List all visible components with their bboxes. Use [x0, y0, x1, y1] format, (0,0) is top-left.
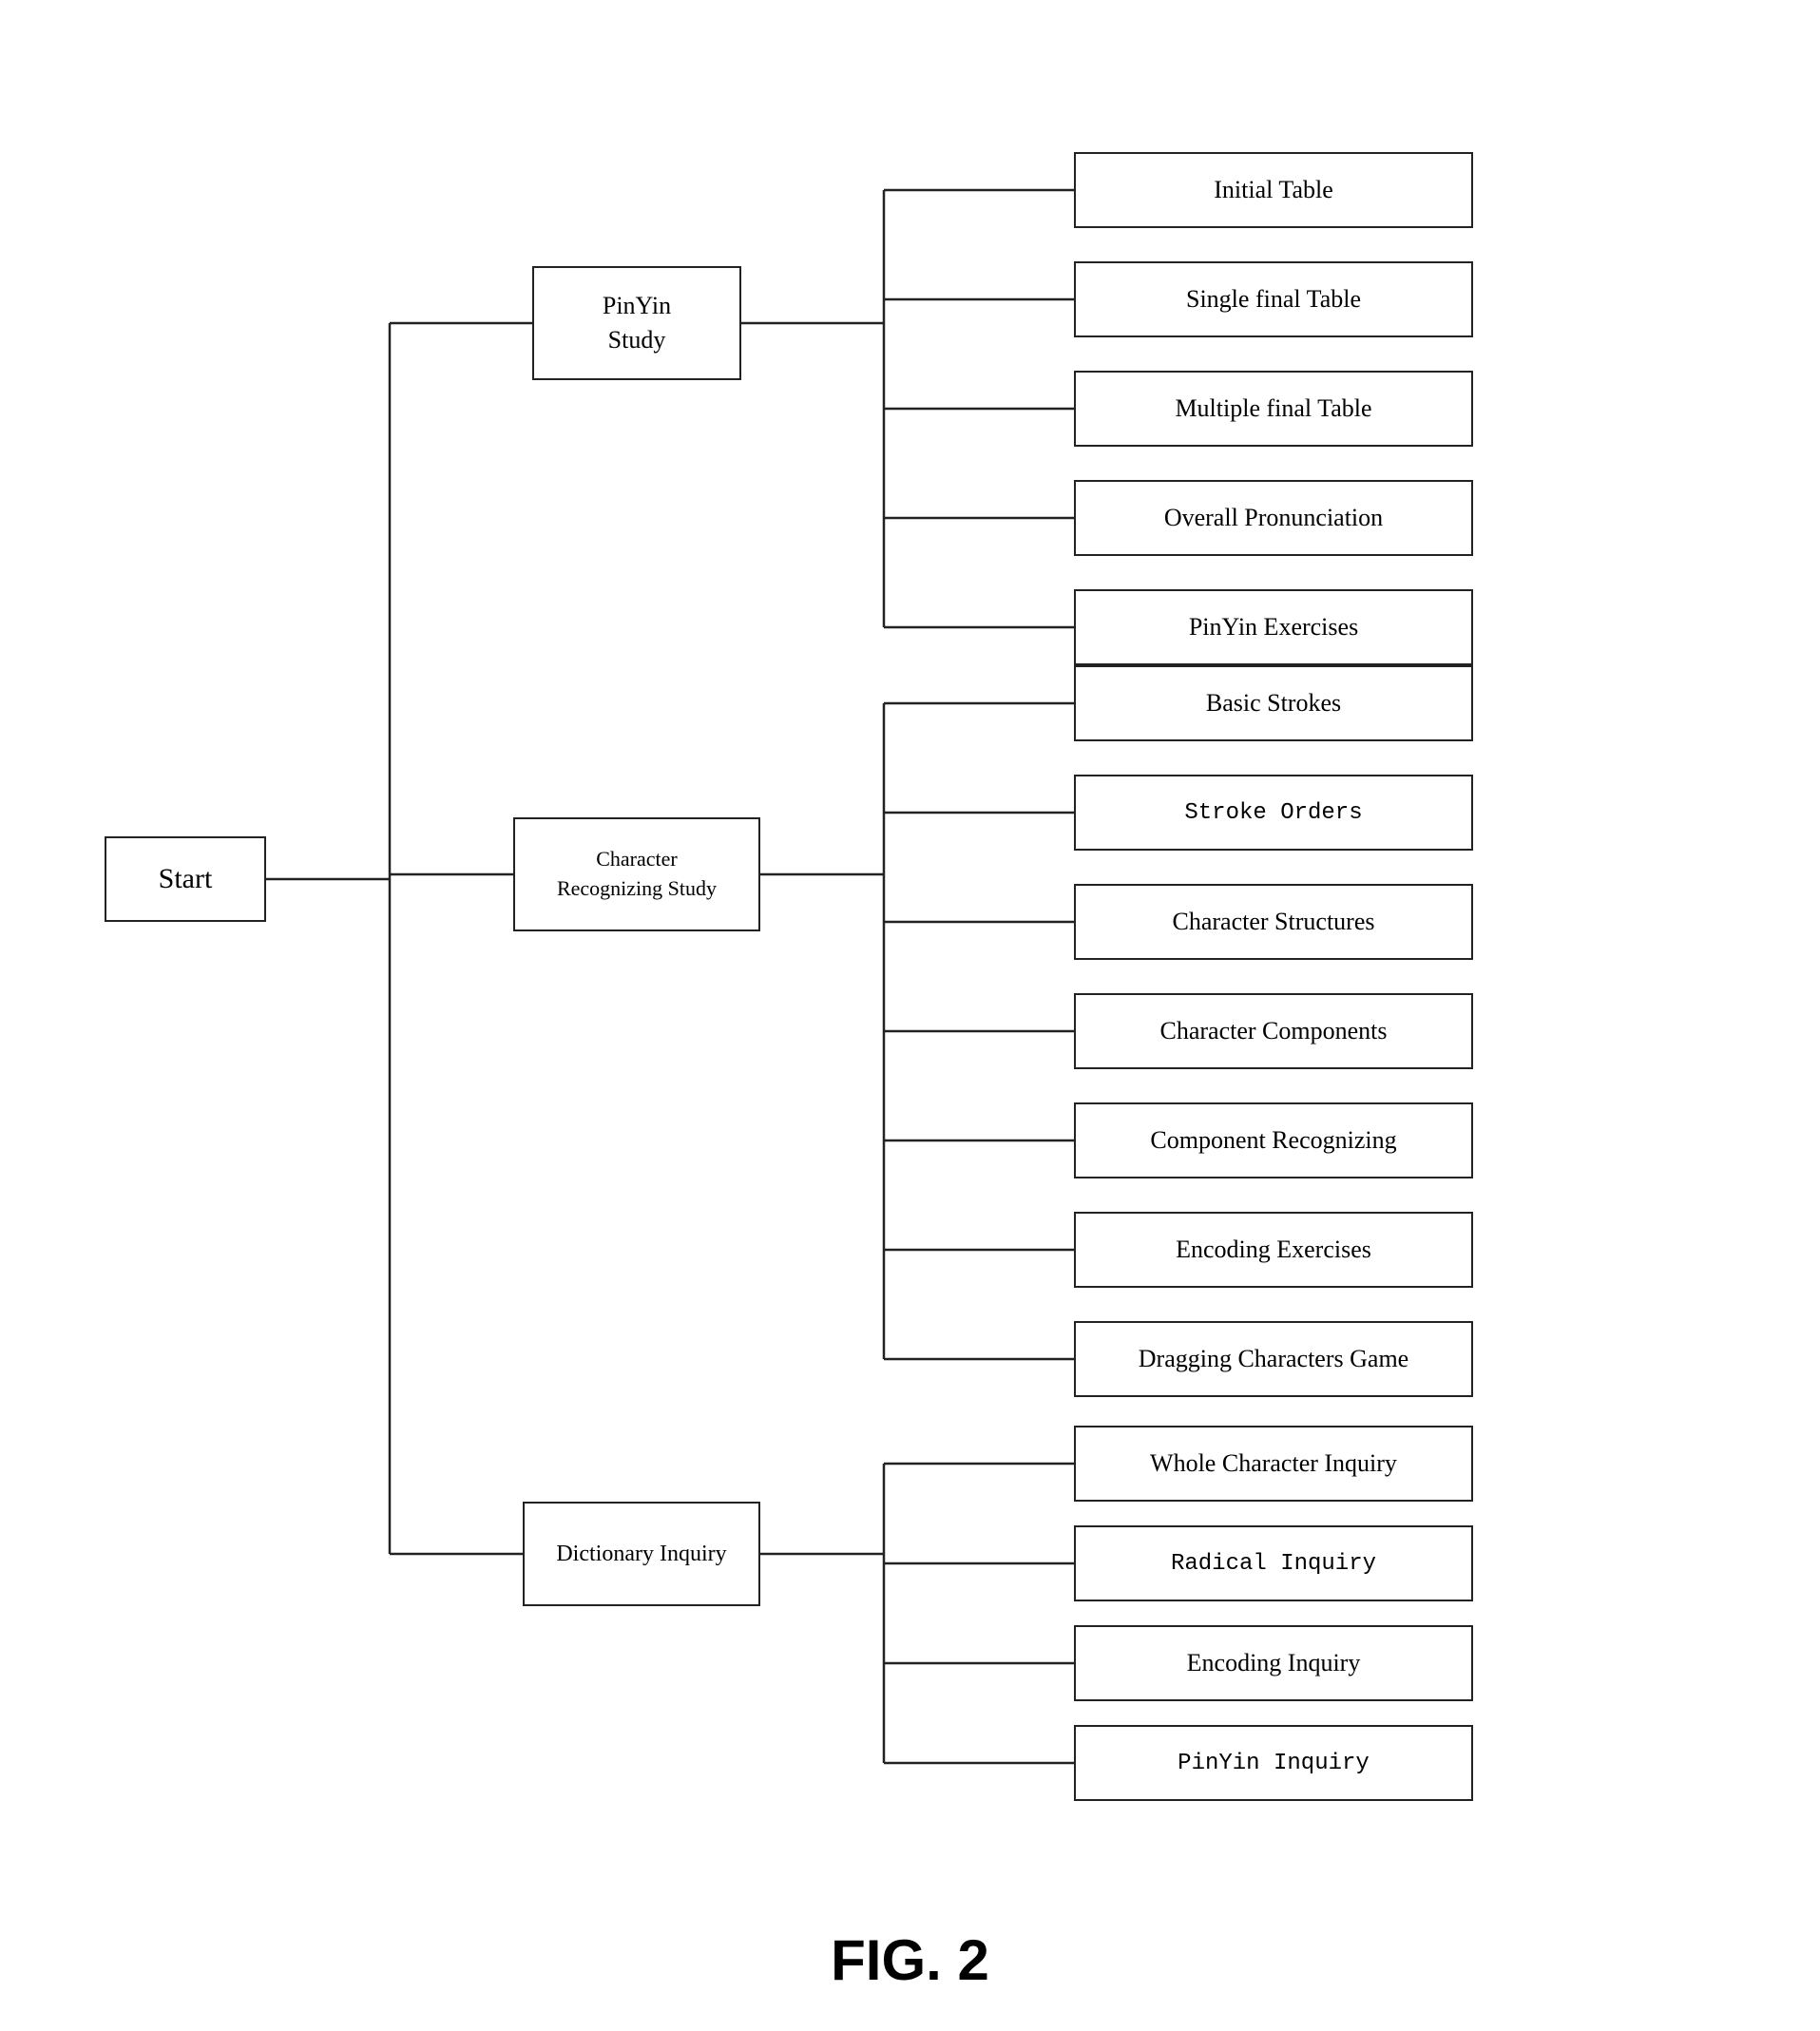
character-structures-label: Character Structures	[1173, 908, 1375, 936]
leaf-initial-table: Initial Table	[1074, 152, 1473, 228]
dictionary-label: Dictionary Inquiry	[556, 1542, 726, 1567]
component-recognizing-label: Component Recognizing	[1150, 1126, 1396, 1155]
diagram: Start PinYin Study Character Recognizing…	[57, 57, 1763, 1860]
leaf-component-recognizing: Component Recognizing	[1074, 1102, 1473, 1178]
start-node: Start	[105, 836, 266, 922]
leaf-basic-strokes: Basic Strokes	[1074, 665, 1473, 741]
leaf-character-components: Character Components	[1074, 993, 1473, 1069]
radical-inquiry-label: Radical Inquiry	[1171, 1551, 1376, 1577]
pinyin-node: PinYin Study	[532, 266, 741, 380]
dragging-characters-label: Dragging Characters Game	[1139, 1345, 1408, 1373]
leaf-single-final-table: Single final Table	[1074, 261, 1473, 337]
multiple-final-label: Multiple final Table	[1175, 394, 1371, 423]
leaf-whole-character-inquiry: Whole Character Inquiry	[1074, 1426, 1473, 1502]
pinyin-exercises-label: PinYin Exercises	[1189, 613, 1358, 642]
leaf-pinyin-inquiry: PinYin Inquiry	[1074, 1725, 1473, 1801]
encoding-exercises-label: Encoding Exercises	[1176, 1236, 1371, 1264]
leaf-radical-inquiry: Radical Inquiry	[1074, 1525, 1473, 1601]
single-final-label: Single final Table	[1186, 285, 1361, 314]
dictionary-node: Dictionary Inquiry	[523, 1502, 760, 1606]
initial-table-label: Initial Table	[1214, 176, 1333, 204]
whole-character-label: Whole Character Inquiry	[1150, 1449, 1397, 1478]
start-label: Start	[159, 863, 213, 895]
leaf-pinyin-exercises: PinYin Exercises	[1074, 589, 1473, 665]
character-components-label: Character Components	[1160, 1017, 1388, 1045]
character-node: Character Recognizing Study	[513, 817, 760, 931]
fig-title: FIG. 2	[831, 1928, 989, 1992]
overall-pronunciation-label: Overall Pronunciation	[1164, 504, 1383, 532]
basic-strokes-label: Basic Strokes	[1206, 689, 1341, 718]
leaf-multiple-final-table: Multiple final Table	[1074, 371, 1473, 447]
stroke-orders-label: Stroke Orders	[1184, 800, 1362, 826]
connector-lines	[57, 57, 1763, 1860]
leaf-encoding-inquiry: Encoding Inquiry	[1074, 1625, 1473, 1701]
pinyin-label: PinYin Study	[603, 289, 671, 358]
character-label: Character Recognizing Study	[557, 845, 717, 904]
encoding-inquiry-label: Encoding Inquiry	[1187, 1649, 1361, 1677]
leaf-overall-pronunciation: Overall Pronunciation	[1074, 480, 1473, 556]
leaf-dragging-characters-game: Dragging Characters Game	[1074, 1321, 1473, 1397]
leaf-stroke-orders: Stroke Orders	[1074, 775, 1473, 851]
figure-label: FIG. 2	[831, 1927, 989, 1993]
leaf-character-structures: Character Structures	[1074, 884, 1473, 960]
pinyin-inquiry-label: PinYin Inquiry	[1178, 1751, 1370, 1776]
leaf-encoding-exercises: Encoding Exercises	[1074, 1212, 1473, 1288]
